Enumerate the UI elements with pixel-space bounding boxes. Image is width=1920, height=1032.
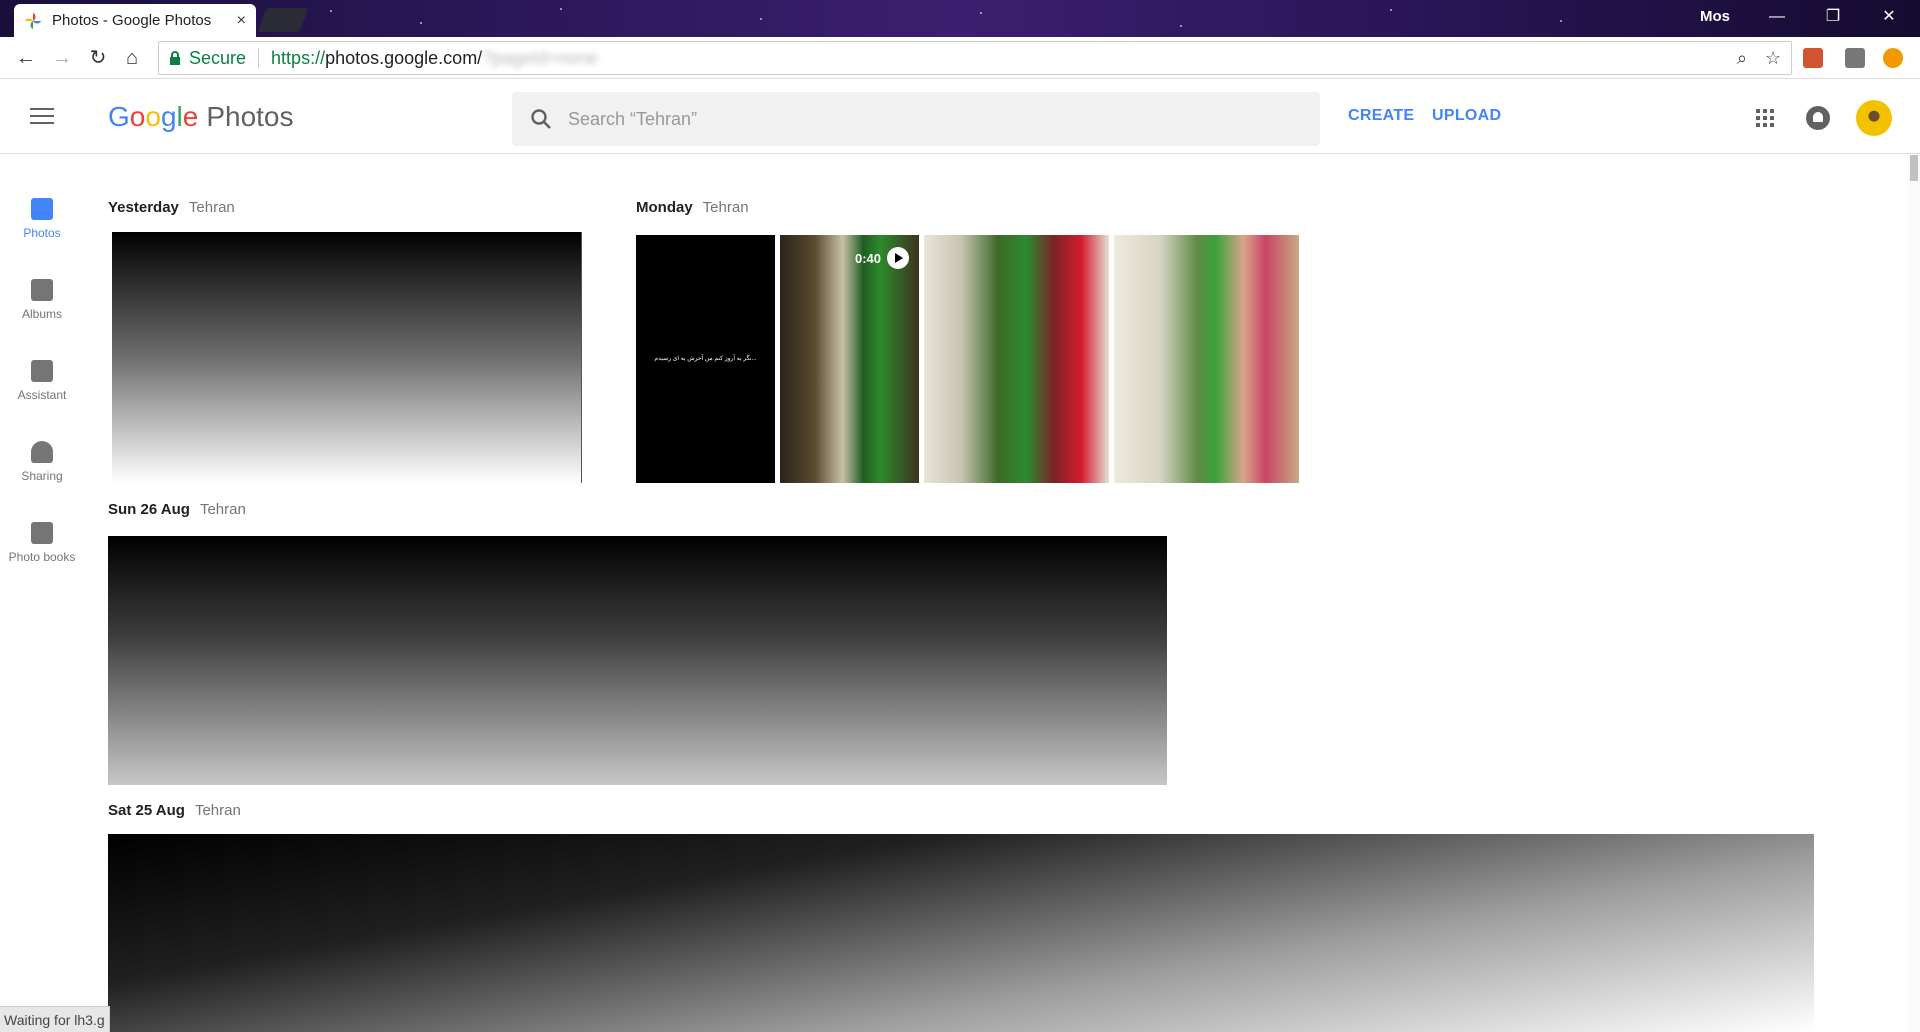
menu-icon[interactable] (30, 108, 54, 126)
lock-icon (170, 51, 180, 65)
search-icon (531, 109, 551, 129)
secure-label: Secure (189, 47, 247, 68)
photo-caption-text: نگر یه آروز کنم من آخرش یه ای رسیدم... (654, 356, 757, 362)
background-star (980, 12, 982, 14)
nav-label: Albums (21, 307, 62, 321)
notifications-icon[interactable] (1806, 106, 1830, 130)
nav-item-sharing[interactable]: Sharing (0, 441, 84, 483)
play-icon (887, 247, 909, 269)
photo-thumbnail[interactable] (108, 536, 1167, 785)
background-star (1180, 25, 1182, 27)
minimize-button[interactable]: — (1754, 2, 1800, 32)
scrollbar-thumb[interactable] (1910, 155, 1918, 181)
day-place[interactable]: Tehran (195, 802, 241, 819)
day-place[interactable]: Tehran (200, 501, 246, 518)
zoom-icon[interactable]: ⌕ (1737, 48, 1747, 69)
browser-titlebar: Photos - Google Photos × Mos — ❐ ✕ (0, 0, 1920, 37)
status-bar: Waiting for lh3.g (0, 1006, 110, 1032)
search-input[interactable] (568, 108, 1268, 130)
background-star (760, 18, 762, 20)
nav-label: Photo books (8, 550, 76, 564)
browser-toolbar: ← → ↻ ⌂ Secure https://photos.google.com… (0, 37, 1920, 79)
url-host: photos.google.com/ (325, 47, 483, 68)
close-window-button[interactable]: ✕ (1866, 2, 1912, 32)
home-button[interactable]: ⌂ (120, 46, 144, 70)
back-button[interactable]: ← (14, 46, 38, 70)
video-thumbnail[interactable]: 0:40 (780, 235, 919, 483)
address-bar[interactable]: Secure https://photos.google.com/?pageId… (158, 41, 1792, 75)
bookmark-star-icon[interactable]: ☆ (1765, 48, 1781, 69)
restore-button[interactable]: ❐ (1810, 2, 1856, 32)
alert-extension-icon[interactable] (1883, 48, 1903, 68)
day-header[interactable]: Monday Tehran (636, 199, 749, 216)
day-place[interactable]: Tehran (703, 199, 749, 216)
new-tab-button[interactable] (257, 8, 309, 32)
google-photos-icon (24, 12, 42, 29)
forward-button[interactable]: → (50, 46, 74, 70)
scrollbar[interactable] (1908, 155, 1920, 1032)
apps-grid-icon[interactable] (1756, 109, 1774, 127)
background-star (330, 10, 332, 12)
url-path: ?pageId=none (482, 47, 598, 68)
nav-item-albums[interactable]: Albums (0, 279, 84, 321)
day-header[interactable]: Yesterday Tehran (108, 199, 235, 216)
day-date: Sun 26 Aug (108, 501, 190, 518)
day-date: Monday (636, 199, 693, 216)
photos-header: GooglePhotos CREATE UPLOAD (0, 80, 1920, 154)
divider (258, 48, 260, 68)
profile-name[interactable]: Mos (1700, 8, 1730, 25)
tab-title: Photos - Google Photos (52, 12, 212, 29)
day-date: Yesterday (108, 199, 179, 216)
nav-item-assistant[interactable]: Assistant (0, 360, 84, 402)
day-place[interactable]: Tehran (189, 199, 235, 216)
photo-thumbnail[interactable] (108, 834, 1814, 1032)
background-star (1560, 20, 1562, 22)
google-photos-logo[interactable]: Google Photos (108, 101, 294, 133)
avatar[interactable] (1856, 100, 1892, 136)
photo-books-icon (31, 522, 53, 544)
sharing-icon (31, 441, 53, 463)
assistant-icon (31, 360, 53, 382)
browser-tab[interactable]: Photos - Google Photos × (14, 4, 256, 37)
photo-icon (31, 198, 53, 220)
background-star (560, 8, 562, 10)
day-header[interactable]: Sat 25 Aug Tehran (108, 802, 241, 819)
photo-thumbnail[interactable]: نگر یه آروز کنم من آخرش یه ای رسیدم... (636, 235, 775, 483)
background-star (1390, 9, 1392, 11)
nav-label: Assistant (17, 388, 67, 402)
video-badge: 0:40 (855, 247, 909, 269)
background-star (420, 22, 422, 24)
nav-item-photos[interactable]: Photos (0, 198, 84, 240)
video-duration: 0:40 (854, 250, 881, 266)
url-text: https://photos.google.com/?pageId=none (271, 48, 598, 69)
office-extension-icon[interactable] (1803, 48, 1823, 68)
nav-item-photo-books[interactable]: Photo books (0, 522, 84, 564)
photo-thumbnail[interactable] (924, 235, 1109, 483)
day-date: Sat 25 Aug (108, 802, 185, 819)
photo-thumbnail[interactable] (1114, 235, 1299, 483)
url-scheme: https:// (271, 47, 326, 68)
photo-thumbnail[interactable] (112, 232, 582, 483)
upload-button[interactable]: UPLOAD (1432, 107, 1501, 125)
albums-icon (31, 279, 53, 301)
nav-label: Photos (23, 226, 61, 240)
nav-label: Sharing (21, 469, 63, 483)
reload-button[interactable]: ↻ (86, 46, 110, 70)
create-button[interactable]: CREATE (1348, 107, 1414, 125)
mail-extension-icon[interactable] (1845, 48, 1865, 68)
day-header[interactable]: Sun 26 Aug Tehran (108, 501, 246, 518)
search-box[interactable] (512, 92, 1320, 146)
close-tab-icon[interactable]: × (237, 12, 246, 30)
